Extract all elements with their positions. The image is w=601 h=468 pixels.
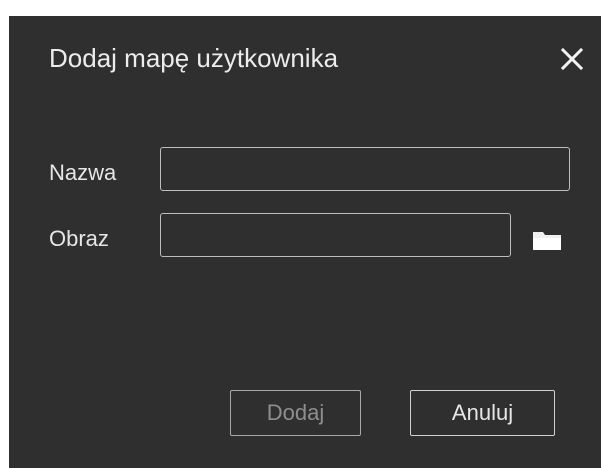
- image-path-field[interactable]: [160, 213, 511, 257]
- name-label: Nazwa: [49, 160, 117, 185]
- cancel-button[interactable]: Anuluj: [410, 390, 555, 436]
- close-button[interactable]: [557, 44, 587, 74]
- add-button[interactable]: Dodaj: [230, 390, 361, 436]
- dialog-title: Dodaj mapę użytkownika: [49, 43, 339, 73]
- browse-image-button[interactable]: [530, 227, 564, 253]
- folder-icon: [533, 232, 561, 250]
- add-user-map-dialog: Dodaj mapę użytkownika Nazwa Obraz Dodaj…: [9, 16, 601, 468]
- image-label: Obraz: [49, 226, 109, 251]
- name-field[interactable]: [160, 147, 570, 191]
- close-icon: [560, 47, 584, 71]
